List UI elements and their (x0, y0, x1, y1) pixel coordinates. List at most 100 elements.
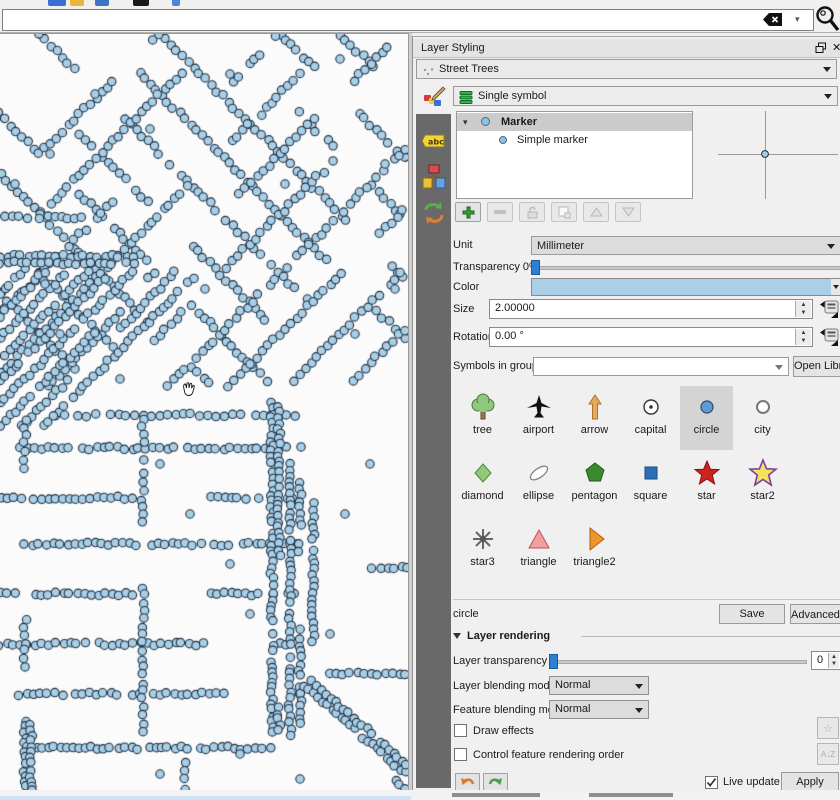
open-library-button[interactable]: Open Library (793, 356, 840, 377)
feature-blending-mode-combo[interactable]: Normal (549, 700, 649, 719)
symbol-item-label: star2 (736, 490, 789, 502)
symbol-item-diamond[interactable]: diamond (456, 452, 509, 516)
toolbar-icon-partial-1[interactable] (48, 0, 66, 6)
diamond-symbol-icon (468, 458, 498, 488)
move-up-button[interactable] (583, 202, 609, 222)
toolbar-icon-partial-4[interactable] (133, 0, 149, 6)
symbol-item-triangle[interactable]: triangle (512, 518, 565, 582)
expression-search-input[interactable]: ▾ (2, 9, 814, 31)
capital-symbol-icon (636, 392, 666, 422)
size-data-defined-override-button[interactable] (819, 299, 840, 319)
save-symbol-button[interactable]: Save (719, 604, 785, 624)
toolbar-icon-partial-5[interactable] (172, 0, 180, 6)
size-spinbox[interactable]: 2.00000 ▲▼ (489, 299, 813, 319)
star2-symbol-icon (748, 458, 778, 488)
tab-symbology[interactable] (416, 82, 451, 114)
control-rendering-order-checkbox[interactable] (454, 748, 467, 761)
symbol-item-pentagon[interactable]: pentagon (568, 452, 621, 516)
color-swatch-button[interactable] (531, 278, 833, 296)
tab-labels[interactable]: abc (416, 126, 451, 158)
symbol-item-tree[interactable]: tree (456, 386, 509, 450)
chevron-down-icon[interactable]: ▾ (795, 14, 805, 24)
triangle-symbol-icon (524, 524, 554, 554)
size-label: Size (453, 303, 474, 315)
collapse-chevron-icon[interactable]: ▾ (463, 117, 468, 128)
map-canvas[interactable] (0, 34, 408, 791)
symbol-item-square[interactable]: square (624, 452, 677, 516)
symbol-item-label: diamond (456, 490, 509, 502)
search-magnifier-icon[interactable] (815, 5, 840, 32)
symbol-item-label: triangle (512, 556, 565, 568)
layer-blending-mode-combo[interactable]: Normal (549, 676, 649, 695)
diagrams-icon (422, 164, 446, 193)
draw-effects-checkbox[interactable] (454, 724, 467, 737)
layer-selector-combo[interactable]: Street Trees (416, 59, 837, 79)
layer-transparency-slider-handle[interactable] (549, 654, 558, 669)
symbol-item-capital[interactable]: capital (624, 386, 677, 450)
tree-item-simple-marker[interactable]: Simple marker (457, 132, 692, 149)
tree-root-label: Marker (501, 116, 537, 128)
map-canvas-area[interactable] (0, 33, 408, 790)
qgis-window: ▾ Layer Styling ✕ Street Trees (0, 0, 840, 800)
add-symbol-layer-button[interactable] (455, 202, 481, 222)
tab-history[interactable] (416, 198, 451, 230)
size-value: 2.00000 (495, 302, 535, 314)
toolbar-icon-partial-3[interactable] (95, 0, 109, 6)
draw-effects-label: Draw effects (473, 725, 534, 737)
svg-text:abc: abc (428, 137, 444, 146)
toolbar-icon-partial-2[interactable] (70, 0, 84, 6)
rotation-value: 0.00 ° (495, 330, 524, 342)
color-label: Color (453, 281, 479, 293)
bottom-scroll-segment[interactable] (589, 793, 673, 797)
feature-blending-mode-value: Normal (555, 703, 590, 715)
layer-rendering-section-header[interactable]: Layer rendering (453, 630, 550, 642)
close-panel-icon[interactable]: ✕ (832, 41, 840, 53)
layer-transparency-spinbox[interactable]: 0 ▲▼ (811, 651, 840, 670)
remove-symbol-layer-button[interactable] (487, 202, 513, 222)
duplicate-symbol-button[interactable] (551, 202, 577, 222)
spinner-arrows[interactable]: ▲▼ (828, 653, 839, 668)
lock-symbol-button[interactable] (519, 202, 545, 222)
square-symbol-icon (636, 458, 666, 488)
renderer-type-combo[interactable]: Single symbol (453, 86, 838, 106)
backspace-clear-icon[interactable] (763, 13, 783, 27)
spinner-arrows[interactable]: ▲▼ (795, 301, 811, 317)
airport-symbol-icon (524, 392, 554, 422)
transparency-slider-handle[interactable] (531, 260, 540, 275)
panel-title-bar[interactable]: Layer Styling ✕ (413, 39, 840, 58)
symbol-item-label: square (624, 490, 677, 502)
selected-symbol-name: circle (453, 608, 479, 620)
tab-diagrams[interactable] (416, 162, 451, 194)
star3-symbol-icon (468, 524, 498, 554)
transparency-slider[interactable] (531, 266, 840, 270)
rotation-spinbox[interactable]: 0.00 ° ▲▼ (489, 327, 813, 347)
symbol-item-star3[interactable]: star3 (456, 518, 509, 582)
bottom-scroll-segment[interactable] (452, 793, 540, 797)
layer-transparency-slider[interactable] (549, 660, 807, 664)
unit-combo[interactable]: Millimeter (531, 236, 840, 255)
symbol-item-triangle2[interactable]: triangle2 (568, 518, 621, 582)
color-dropdown-button[interactable] (831, 278, 840, 296)
symbol-item-star2[interactable]: star2 (736, 452, 789, 516)
move-down-button[interactable] (615, 202, 641, 222)
spinner-arrows[interactable]: ▲▼ (795, 329, 811, 345)
chevron-down-icon (827, 244, 835, 249)
symbol-item-arrow[interactable]: arrow (568, 386, 621, 450)
symbol-item-label: circle (680, 424, 733, 436)
symbols-group-combo[interactable] (533, 357, 789, 376)
star-symbol-icon (692, 458, 722, 488)
symbol-item-city[interactable]: city (736, 386, 789, 450)
effects-options-button[interactable]: ☆ (817, 717, 839, 739)
symbol-item-airport[interactable]: airport (512, 386, 565, 450)
symbol-item-circle[interactable]: circle (680, 386, 733, 450)
rendering-order-options-button[interactable]: A↓Z (817, 743, 839, 765)
layer-blending-mode-value: Normal (555, 679, 590, 691)
tree-item-marker[interactable]: ▾ Marker (457, 113, 692, 131)
float-panel-icon[interactable] (815, 42, 827, 54)
live-update-checkbox[interactable] (705, 776, 718, 789)
symbol-item-star[interactable]: star (680, 452, 733, 516)
rotation-data-defined-override-button[interactable] (819, 327, 840, 347)
advanced-button[interactable]: Advanced ▾ (790, 604, 840, 624)
symbol-item-ellipse[interactable]: ellipse (512, 452, 565, 516)
single-symbol-icon (459, 91, 473, 106)
